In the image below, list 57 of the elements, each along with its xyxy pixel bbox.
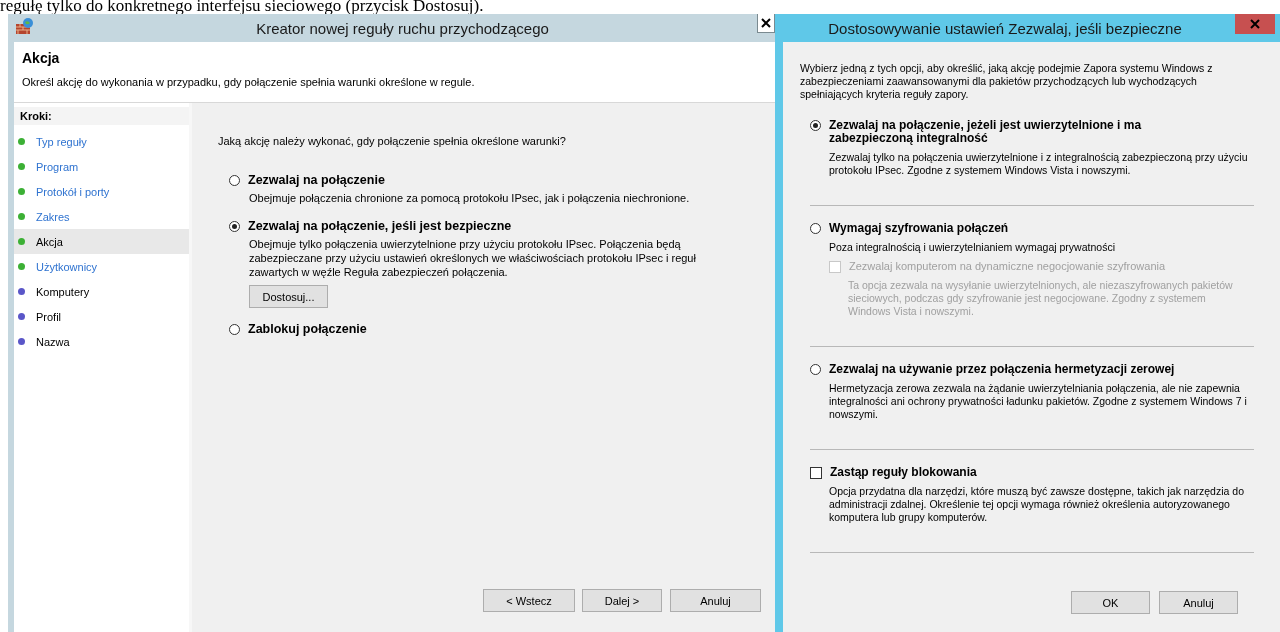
step-label[interactable]: Protokół i porty (36, 185, 110, 198)
next-button[interactable]: Dalej > (582, 589, 662, 612)
step-item[interactable]: Protokół i porty (14, 179, 189, 204)
option-label[interactable]: Zezwalaj na połączenie, jeśli jest bezpieczne (248, 219, 512, 233)
option-label[interactable]: Zezwalaj na połączenie, jeżeli jest uwierzytelnione i ma zabezpieczoną integralność (829, 119, 1199, 145)
back-button[interactable]: < Wstecz (483, 589, 575, 612)
option-label[interactable]: Zezwalaj na używanie przez połączenia hermetyzacji zerowej (829, 363, 1175, 376)
step-label[interactable]: Program (36, 160, 79, 173)
radio-button[interactable] (810, 120, 821, 131)
option-description: Opcja przydatna dla narzędzi, które muszą być zawsze dostępne, takich jak narzędzia do administracji zdalnej. Określenie tej opcji wymaga również określenia autoryzowanego komputera lub grupy komputerów. (829, 485, 1245, 524)
step-label: Nazwa (36, 335, 70, 348)
option-label[interactable]: Wymagaj szyfrowania połączeń (829, 222, 1009, 235)
step-item[interactable]: Typ reguły (14, 129, 189, 154)
close-icon (761, 18, 771, 28)
option-label[interactable]: Zastąp reguły blokowania (830, 466, 977, 479)
page-description: Określ akcję do wykonania w przypadku, gdy połączenie spełnia warunki określone w regule. (22, 76, 476, 88)
option-description: Obejmuje połączenia chronione za pomocą protokołu IPsec, jak i połączenia niechronione. (249, 191, 691, 205)
step-label[interactable]: Typ reguły (36, 135, 87, 148)
step-item[interactable]: Zakres (14, 204, 189, 229)
steps-heading: Kroki: (14, 107, 189, 125)
window-title: Kreator nowej reguły ruchu przychodzącego (255, 19, 550, 37)
radio-button[interactable] (810, 364, 821, 375)
checkbox-label: Zezwalaj komputerom na dynamiczne negocjowanie szyfrowania (849, 260, 1166, 272)
option-description: Poza integralnością i uwierzytelnianiem wymagaj prywatności (829, 241, 1116, 254)
radio-button[interactable] (229, 323, 240, 335)
question-text: Jaką akcję należy wykonać, gdy połączenie spełnia określone warunki? (218, 135, 567, 147)
option-label[interactable]: Zablokuj połączenie (248, 322, 367, 336)
step-label[interactable]: Zakres (36, 210, 70, 223)
option-description: Zezwalaj tylko na połączenia uwierzytelnione i z integralnością zabezpieczoną przy użyciu protokołu IPsec. Zgodne z systemem Windows Vista i nowszymi. (829, 151, 1249, 177)
cancel-button[interactable]: Anuluj (1159, 591, 1238, 614)
option-description: Ta opcja zezwala na wysyłanie uwierzytelnionych, ale niezaszyfrowanych pakietów sieciowych, podczas gdy szyfrowanie jest negocjowane. Zgodny z systemem Windows Vista i nowszymi. (848, 279, 1234, 318)
step-item[interactable]: Komputery (14, 279, 189, 304)
close-button[interactable] (757, 14, 775, 33)
page-title: Akcja (22, 50, 61, 66)
step-item[interactable]: Program (14, 154, 189, 179)
step-item[interactable]: Użytkownicy (14, 254, 189, 279)
option-description: Hermetyzacja zerowa zezwala na żądanie uwierzytelniania połączenia, ale nie zapewnia integralności ani ochrony prywatności ładunku pakietów. Zgodne z systemem Windows 7 i nowszymi. (829, 382, 1248, 421)
radio-button[interactable] (229, 174, 240, 186)
intro-text: Wybierz jedną z tych opcji, aby określić, jaką akcję podejmie Zapora systemu Windows z zabezpieczeniami zaawansowanymi dla pakietów przychodzących lub wychodzących spełniających kryteria reguły zapory. (800, 62, 1214, 101)
ok-button[interactable]: OK (1071, 591, 1150, 614)
option-label[interactable]: Zezwalaj na połączenie (248, 173, 385, 187)
step-label[interactable]: Użytkownicy (36, 260, 98, 273)
option-description: Obejmuje tylko połączenia uwierzytelnione przy użyciu protokołu IPsec. Połączenia będą zabezpieczane przy użyciu ustawień określonych we właściwościach protokołu IPsec i reguł zawartych w węźle Reguła zabezpieczeń połączenia. (249, 237, 697, 279)
radio-button[interactable] (810, 223, 821, 234)
step-item[interactable]: Nazwa (14, 329, 189, 354)
step-item[interactable]: Profil (14, 304, 189, 329)
dialog-title: Dostosowywanie ustawień Zezwalaj, jeśli bezpieczne (827, 19, 1183, 37)
close-icon (1250, 19, 1260, 29)
cancel-button[interactable]: Anuluj (670, 589, 761, 612)
radio-button[interactable] (229, 220, 240, 232)
step-label: Akcja (36, 235, 63, 248)
step-item[interactable]: Akcja (14, 229, 189, 254)
customize-button[interactable]: Dostosuj... (249, 285, 328, 308)
firewall-icon (16, 18, 34, 34)
step-label: Komputery (36, 285, 90, 298)
step-label: Profil (36, 310, 62, 323)
checkbox[interactable] (810, 467, 822, 479)
